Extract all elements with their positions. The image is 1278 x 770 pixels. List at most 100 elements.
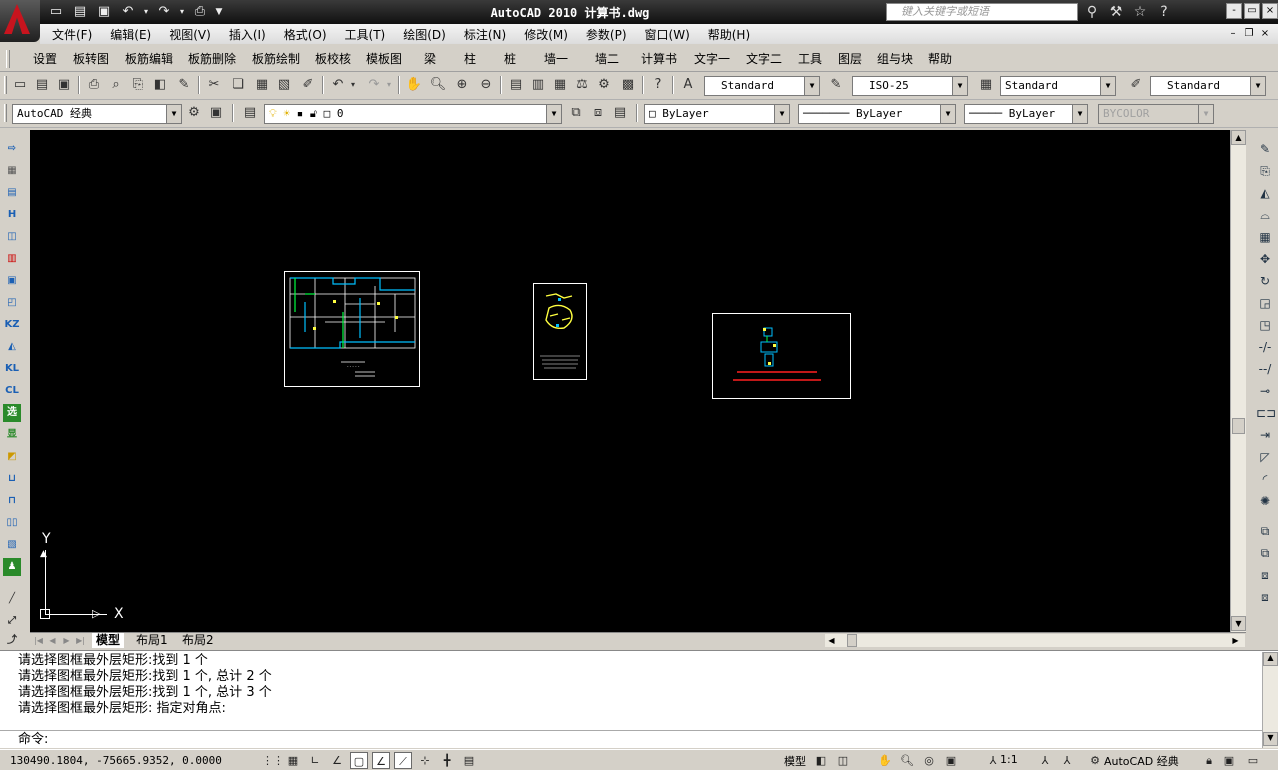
polar-tracking-icon[interactable]: ∠: [328, 752, 346, 769]
workspace-select[interactable]: AutoCAD 经典 ▼: [12, 104, 182, 124]
workspace-settings-icon[interactable]: ⚙: [184, 103, 204, 123]
workspace-status-label[interactable]: AutoCAD 经典: [1104, 753, 1179, 769]
chevron-down-icon[interactable]: ▼: [1250, 77, 1265, 95]
plugin-group-block[interactable]: 组与块: [870, 50, 920, 67]
etransmit-icon[interactable]: ✎: [174, 75, 194, 95]
slab-tool-icon[interactable]: ▣: [3, 272, 21, 290]
plugin-pile[interactable]: 桩: [490, 50, 530, 67]
undo-dropdown-icon[interactable]: ▾: [348, 75, 358, 95]
zoom-window-icon[interactable]: ⊕: [452, 75, 472, 95]
toolbar-grip[interactable]: [4, 104, 7, 122]
drawing-canvas[interactable]: - - - - - ▲ ▷ Y X: [30, 130, 1230, 632]
menu-modify[interactable]: 修改(M): [524, 26, 568, 43]
my-workspace-icon[interactable]: ▣: [206, 103, 226, 123]
plugin-formwork[interactable]: 模板图: [358, 50, 410, 67]
scroll-up-icon[interactable]: ▲: [1231, 130, 1246, 145]
fillet-icon[interactable]: ◜: [1256, 470, 1274, 488]
sheet-set-icon[interactable]: ⚖: [572, 75, 592, 95]
cl-label-icon[interactable]: CL: [3, 382, 21, 400]
qat-dropdown-icon[interactable]: ▼: [214, 3, 224, 21]
layer-previous-icon[interactable]: ⧈: [588, 103, 608, 123]
help-icon[interactable]: ?: [1154, 2, 1174, 22]
menu-dimension[interactable]: 标注(N): [464, 26, 506, 43]
calc-sheet-frame[interactable]: [712, 313, 851, 399]
h-scroll-thumb[interactable]: [847, 634, 857, 647]
floor-plan-frame[interactable]: - - - - -: [284, 271, 420, 387]
menu-edit[interactable]: 编辑(E): [110, 26, 151, 43]
section-tool-icon[interactable]: ▥: [3, 250, 21, 268]
rebar-hook-icon[interactable]: ⊔: [3, 470, 21, 488]
close-button[interactable]: ×: [1262, 3, 1278, 19]
draw-order-above-icon[interactable]: ⧈: [1256, 566, 1274, 584]
draw-order-front-icon[interactable]: ⧉: [1256, 522, 1274, 540]
paste-icon[interactable]: ▦: [252, 75, 272, 95]
layout-icon[interactable]: ◫: [834, 752, 852, 769]
plugin-slab-check[interactable]: 板校核: [308, 50, 358, 67]
rebar-h-icon[interactable]: H: [3, 206, 21, 224]
doc-restore-button[interactable]: ❐: [1242, 27, 1256, 41]
redo-icon[interactable]: ↷: [364, 75, 384, 95]
model-space-label[interactable]: 模型: [784, 753, 806, 769]
scroll-right-icon[interactable]: ▶: [1229, 634, 1242, 647]
plugin-wall-one[interactable]: 墙一: [530, 50, 582, 67]
text-style-icon[interactable]: A: [678, 75, 698, 95]
quickcalc-icon[interactable]: ▩: [618, 75, 638, 95]
mleader-style-icon[interactable]: ✐: [1126, 75, 1146, 95]
plugin-layers[interactable]: 图层: [830, 50, 870, 67]
draw-order-under-icon[interactable]: ⧈: [1256, 588, 1274, 606]
match-properties-icon[interactable]: ▧: [274, 75, 294, 95]
annotation-visibility-icon[interactable]: ⅄: [1036, 752, 1054, 769]
kz-label-icon[interactable]: KZ: [3, 316, 21, 334]
chevron-down-icon[interactable]: ▼: [166, 105, 181, 123]
plugin-beam[interactable]: 梁: [410, 50, 450, 67]
layer-states-icon[interactable]: ▤: [610, 103, 630, 123]
menu-format[interactable]: 格式(O): [284, 26, 327, 43]
tab-layout2[interactable]: 布局2: [178, 633, 218, 648]
plot-icon[interactable]: ⎙: [190, 3, 210, 21]
plugin-rebar-draw[interactable]: 板筋绘制: [244, 50, 308, 67]
chevron-down-icon[interactable]: ▼: [940, 105, 955, 123]
explode-icon[interactable]: ✺: [1256, 492, 1274, 510]
text-style-select[interactable]: Standard ▼: [704, 76, 820, 96]
scale-icon[interactable]: ◲: [1256, 294, 1274, 312]
3d-dwf-icon[interactable]: ◧: [150, 75, 170, 95]
doc-minimize-button[interactable]: –: [1226, 27, 1240, 41]
rotate-icon[interactable]: ↻: [1256, 272, 1274, 290]
array-icon[interactable]: ▦: [1256, 228, 1274, 246]
object-snap-tracking-icon[interactable]: ∠: [372, 752, 390, 769]
maximize-button[interactable]: ▭: [1244, 3, 1260, 19]
showmotion-icon[interactable]: ▣: [942, 752, 960, 769]
menu-insert[interactable]: 插入(I): [229, 26, 266, 43]
plugin-wall-two[interactable]: 墙二: [582, 50, 632, 67]
plugin-rebar-delete[interactable]: 板筋删除: [180, 50, 244, 67]
pan-icon[interactable]: ✋: [404, 75, 424, 95]
plugin-tools[interactable]: 工具: [790, 50, 830, 67]
toolbar-lock-icon[interactable]: 🔒︎: [1200, 752, 1218, 769]
menu-help[interactable]: 帮助(H): [708, 26, 750, 43]
stretch-icon[interactable]: ◳: [1256, 316, 1274, 334]
menu-parametric[interactable]: 参数(P): [586, 26, 627, 43]
offset-icon[interactable]: ⌓: [1256, 206, 1274, 224]
line-tool-icon[interactable]: ╱: [3, 590, 21, 608]
grid-display-icon[interactable]: ▦: [284, 752, 302, 769]
object-snap-icon[interactable]: ▢: [350, 752, 368, 769]
plugin-column[interactable]: 柱: [450, 50, 490, 67]
chevron-down-icon[interactable]: ▼: [952, 77, 967, 95]
design-center-icon[interactable]: ▥: [528, 75, 548, 95]
mirror-icon[interactable]: ◭: [1256, 184, 1274, 202]
undo-icon[interactable]: ↶: [328, 75, 348, 95]
menu-window[interactable]: 窗口(W): [645, 26, 690, 43]
properties-icon[interactable]: ▤: [506, 75, 526, 95]
make-current-layer-icon[interactable]: ⧉: [566, 103, 586, 123]
open-icon[interactable]: ▤: [32, 75, 52, 95]
undo-icon[interactable]: ↶: [118, 3, 138, 21]
help-icon[interactable]: ?: [648, 75, 668, 95]
vertical-scrollbar[interactable]: ▲ ▼: [1230, 130, 1246, 632]
menu-draw[interactable]: 绘图(D): [403, 26, 446, 43]
plot-preview-icon[interactable]: ⌕: [106, 75, 126, 95]
tab-prev-icon[interactable]: ◀: [46, 634, 59, 647]
quick-properties-icon[interactable]: ▤: [460, 752, 478, 769]
copy-object-icon[interactable]: ⎘: [1256, 162, 1274, 180]
plugin-text-two[interactable]: 文字二: [738, 50, 790, 67]
dynamic-input-icon[interactable]: ⊹: [416, 752, 434, 769]
